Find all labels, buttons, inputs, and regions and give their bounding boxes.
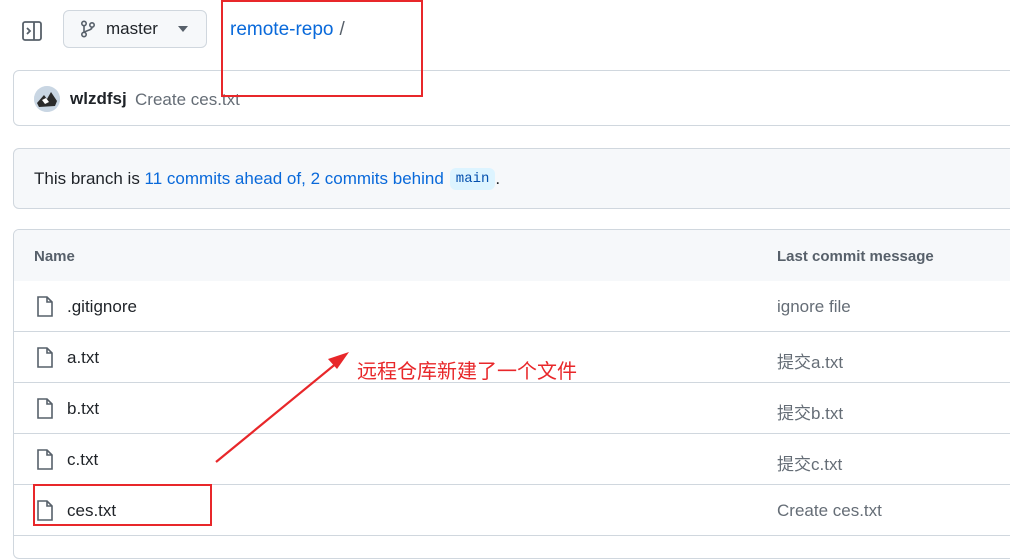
annotation-arrow-icon bbox=[215, 352, 349, 463]
annotation-text: 远程仓库新建了一个文件 bbox=[357, 361, 577, 383]
